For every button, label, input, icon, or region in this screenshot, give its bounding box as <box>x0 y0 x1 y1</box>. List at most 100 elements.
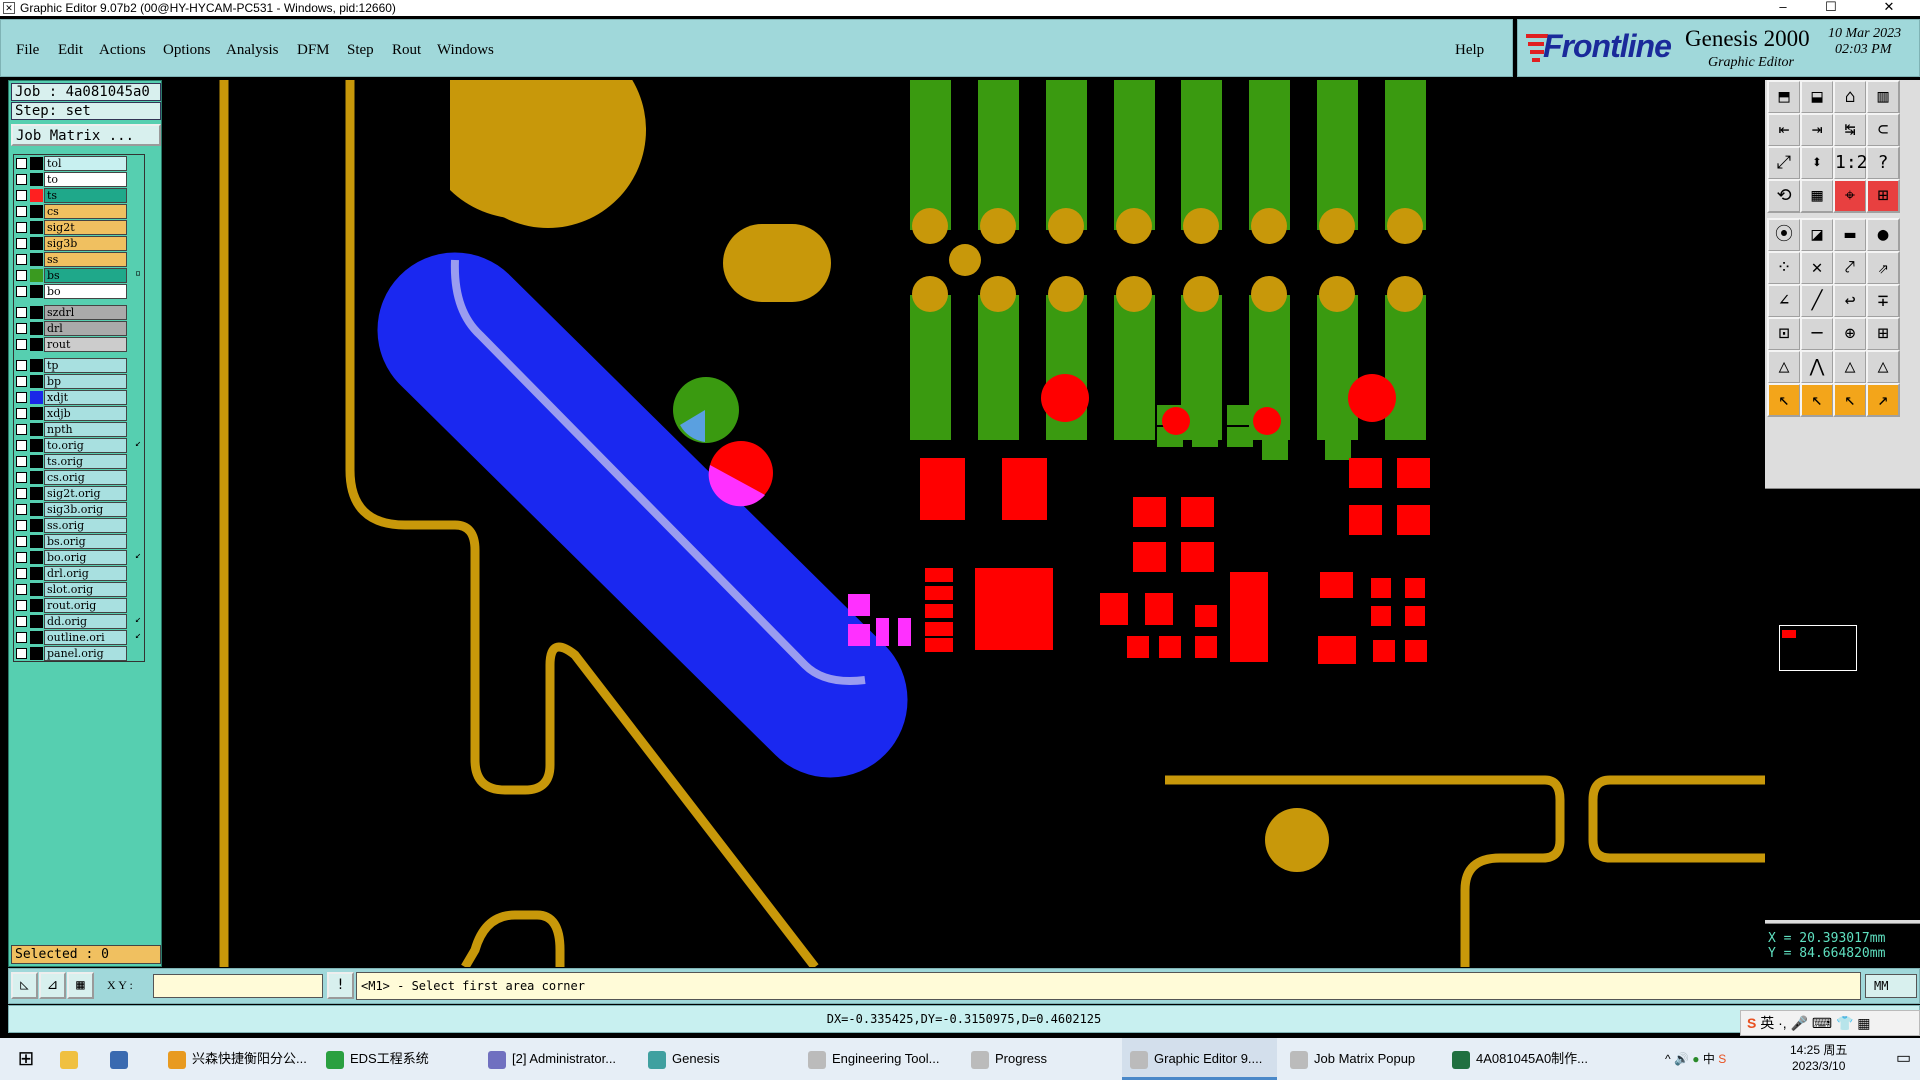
panel-icon[interactable]: ⊞ <box>1866 179 1900 213</box>
file-explorer-icon[interactable] <box>60 1038 90 1080</box>
layer-name[interactable]: szdrl <box>44 305 127 320</box>
ruler-icon[interactable]: ∓ <box>1866 284 1900 318</box>
layer-row-drl-orig[interactable]: drl.orig <box>13 566 143 581</box>
layer-name[interactable]: bs.orig <box>44 534 127 549</box>
arrow-up-icon[interactable]: ⤤ <box>1833 251 1867 285</box>
peak-icon[interactable]: ⋀ <box>1800 350 1834 384</box>
layer-color-swatch[interactable] <box>30 359 43 372</box>
layer-row-bo[interactable]: bo <box>13 284 143 299</box>
connect-icon[interactable]: ⊂ <box>1866 113 1900 147</box>
layer-row-to[interactable]: to <box>13 172 143 187</box>
layer-color-swatch[interactable] <box>30 647 43 660</box>
layer-row-bp[interactable]: bp <box>13 374 143 389</box>
layer-row-sig2t[interactable]: sig2t <box>13 220 143 235</box>
taskbar-item[interactable]: Engineering Tool... <box>800 1038 955 1080</box>
layer-checkbox[interactable] <box>16 488 27 499</box>
layer-name[interactable]: rout.orig <box>44 598 127 613</box>
notifications-icon[interactable]: ▭ <box>1896 1038 1911 1080</box>
layer-name[interactable]: tp <box>44 358 127 373</box>
layer-name[interactable]: tol <box>44 156 127 171</box>
layer-row-ss[interactable]: ss <box>13 252 143 267</box>
ime-toolbar[interactable]: S 英 ·, 🎤 ⌨ 👕 ▦ <box>1740 1010 1920 1036</box>
line-icon[interactable]: ▬ <box>1833 218 1867 252</box>
layer-color-swatch[interactable] <box>30 519 43 532</box>
layer-name[interactable]: ss <box>44 252 127 267</box>
layer-checkbox[interactable] <box>16 504 27 515</box>
cross-icon[interactable]: ✕ <box>1800 251 1834 285</box>
layer-color-swatch[interactable] <box>30 237 43 250</box>
layer-color-swatch[interactable] <box>30 375 43 388</box>
layer-checkbox[interactable] <box>16 190 27 201</box>
dash-icon[interactable]: ─ <box>1800 317 1834 351</box>
layer-checkbox[interactable] <box>16 254 27 265</box>
layer-row-cs-orig[interactable]: cs.orig <box>13 470 143 485</box>
layer-name[interactable]: bp <box>44 374 127 389</box>
layer-row-ts[interactable]: ts <box>13 188 143 203</box>
menu-options[interactable]: Options <box>163 42 211 59</box>
layer-name[interactable]: ss.orig <box>44 518 127 533</box>
layer-color-swatch[interactable] <box>30 157 43 170</box>
layer-row-ts-orig[interactable]: ts.orig <box>13 454 143 469</box>
job-matrix-button[interactable]: Job Matrix ... <box>11 124 161 146</box>
layer-checkbox[interactable] <box>16 392 27 403</box>
layer-checkbox[interactable] <box>16 584 27 595</box>
zoom-in-icon[interactable]: ⬓ <box>1800 80 1834 114</box>
zoom-home-icon[interactable]: ⬒ <box>1767 80 1801 114</box>
layer-color-swatch[interactable] <box>30 535 43 548</box>
layer-name[interactable]: drl <box>44 321 127 336</box>
layer-row-xdjt[interactable]: xdjt <box>13 390 143 405</box>
layer-name[interactable]: xdjb <box>44 406 127 421</box>
snap-icon[interactable]: ⌖ <box>1833 179 1867 213</box>
layer-checkbox[interactable] <box>16 222 27 233</box>
layer-color-swatch[interactable] <box>30 285 43 298</box>
overview-map[interactable] <box>1765 488 1920 920</box>
layer-name[interactable]: xdjt <box>44 390 127 405</box>
layer-row-tol[interactable]: tol <box>13 156 143 171</box>
layer-color-swatch[interactable] <box>30 253 43 266</box>
help-icon[interactable]: ? <box>1866 146 1900 180</box>
layer-checkbox[interactable] <box>16 440 27 451</box>
menu-dfm[interactable]: DFM <box>297 42 330 59</box>
taskbar-item[interactable]: [2] Administrator... <box>480 1038 635 1080</box>
menu-file[interactable]: File <box>16 42 39 59</box>
layer-checkbox[interactable] <box>16 600 27 611</box>
layer-color-swatch[interactable] <box>30 407 43 420</box>
menu-step[interactable]: Step <box>347 42 374 59</box>
select-alt-icon[interactable]: ↖ <box>1800 383 1834 417</box>
layer-checkbox[interactable] <box>16 632 27 643</box>
layer-color-swatch[interactable] <box>30 322 43 335</box>
layer-row-rout[interactable]: rout <box>13 337 143 352</box>
angle-icon[interactable]: ∠ <box>1767 284 1801 318</box>
layer-checkbox[interactable] <box>16 568 27 579</box>
layer-checkbox[interactable] <box>16 339 27 350</box>
layer-checkbox[interactable] <box>16 376 27 387</box>
layer-name[interactable]: to.orig <box>44 438 127 453</box>
layer-checkbox[interactable] <box>16 158 27 169</box>
layer-checkbox[interactable] <box>16 616 27 627</box>
taskbar-item[interactable]: Graphic Editor 9.... <box>1122 1038 1277 1080</box>
taskbar-item[interactable]: Genesis <box>640 1038 790 1080</box>
layer-color-swatch[interactable] <box>30 503 43 516</box>
layer-row-bo-orig[interactable]: bo.orig ↙ <box>13 550 143 565</box>
grid-icon[interactable]: ▦ <box>67 972 94 999</box>
layer-checkbox[interactable] <box>16 286 27 297</box>
layer-checkbox[interactable] <box>16 552 27 563</box>
layer-checkbox[interactable] <box>16 206 27 217</box>
layer-row-panel-orig[interactable]: panel.orig <box>13 646 143 661</box>
menu-windows[interactable]: Windows <box>437 42 494 59</box>
taskbar-item[interactable]: EDS工程系统 <box>318 1038 468 1080</box>
close-button[interactable]: ✕ <box>1866 0 1912 16</box>
layer-checkbox[interactable] <box>16 520 27 531</box>
undo-icon[interactable]: ⟲ <box>1767 179 1801 213</box>
dot-icon[interactable]: ● <box>1866 218 1900 252</box>
layer-color-swatch[interactable] <box>30 221 43 234</box>
taskbar-item[interactable]: Progress <box>963 1038 1113 1080</box>
layer-row-drl[interactable]: drl <box>13 321 143 336</box>
layer-color-swatch[interactable] <box>30 173 43 186</box>
layer-name[interactable]: cs.orig <box>44 470 127 485</box>
triangle-outline-icon[interactable]: △ <box>1833 350 1867 384</box>
layer-color-swatch[interactable] <box>30 567 43 580</box>
layer-checkbox[interactable] <box>16 536 27 547</box>
layer-color-swatch[interactable] <box>30 205 43 218</box>
layer-checkbox[interactable] <box>16 270 27 281</box>
